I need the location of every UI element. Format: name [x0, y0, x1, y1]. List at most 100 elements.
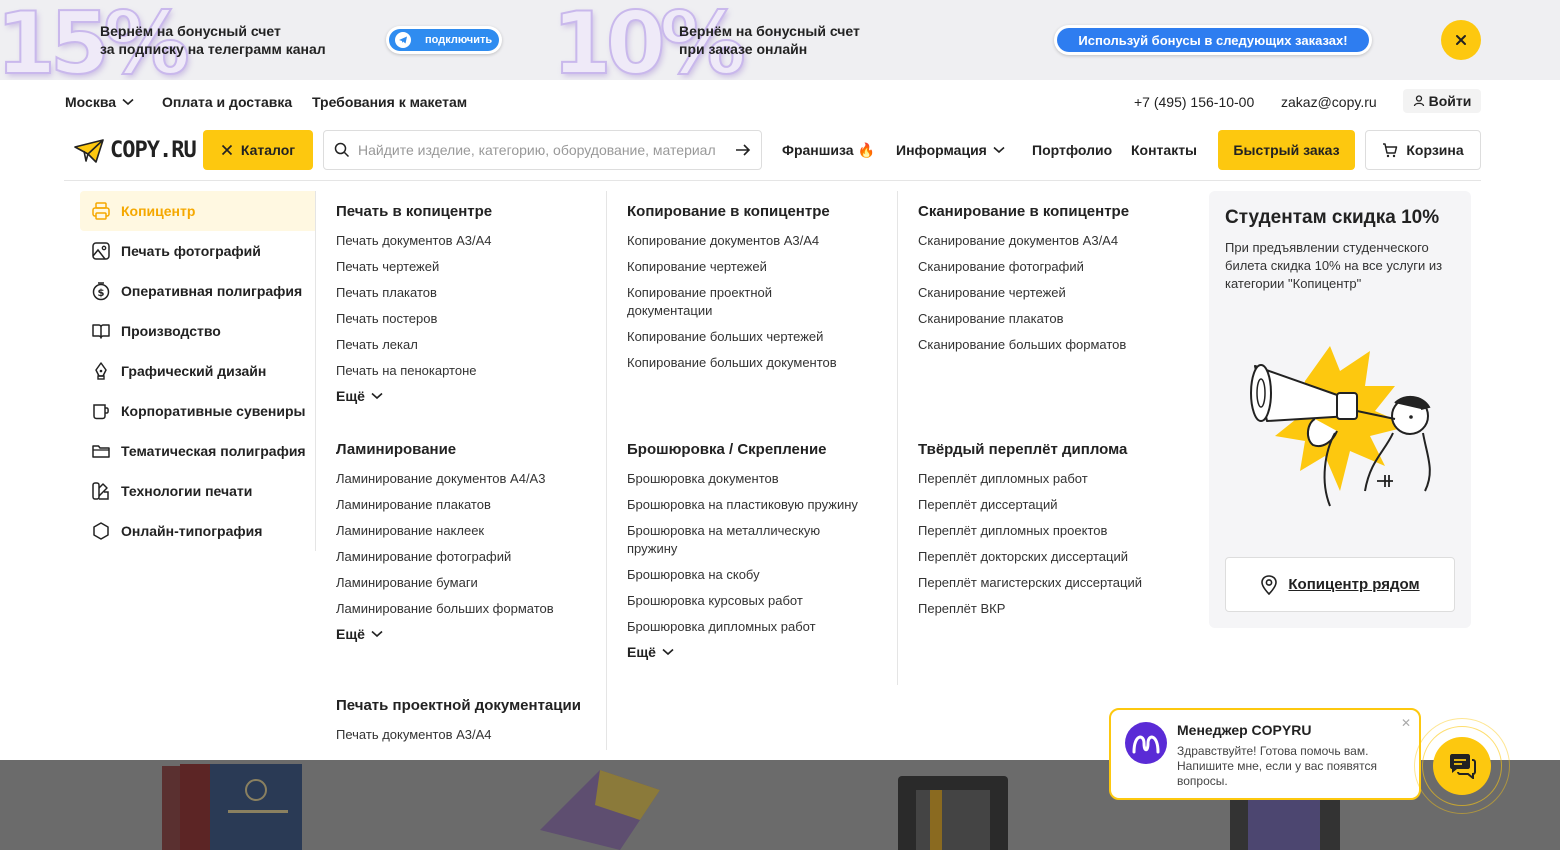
chat-popup[interactable]: ✕ Менеджер COPYRU Здравствуйте! Готова п… [1109, 708, 1421, 800]
menu-group-title[interactable]: Печать проектной документации [336, 697, 601, 715]
manager-avatar [1125, 722, 1167, 764]
copycenter-nearby-button[interactable]: Копицентр рядом [1225, 557, 1455, 612]
student-discount-card: Студентам скидка 10% При предъявлении ст… [1209, 191, 1471, 628]
menu-link[interactable]: Переплёт дипломных работ [918, 470, 1188, 488]
menu-link[interactable]: Печать лекал [336, 336, 596, 354]
menu-link[interactable]: Брошюровка курсовых работ [627, 592, 887, 610]
catalog-label: Каталог [240, 142, 296, 158]
menu-group-diploma: Твёрдый переплёт диплома Переплёт диплом… [918, 441, 1188, 626]
sidebar-item-label: Печать фотографий [121, 243, 261, 259]
layout-requirements-link[interactable]: Требования к макетам [312, 94, 467, 110]
info-dropdown[interactable]: Информация [896, 142, 1005, 158]
menu-link[interactable]: Копирование чертежей [627, 258, 882, 276]
sidebar-item-photo-print[interactable]: Печать фотографий [80, 231, 315, 271]
menu-link[interactable]: Ламинирование наклеек [336, 522, 596, 540]
portfolio-link[interactable]: Портфолио [1032, 142, 1112, 158]
menu-link[interactable]: Копирование документов А3/А4 [627, 232, 882, 250]
column-divider [897, 191, 898, 685]
menu-link[interactable]: Ламинирование документов А4/А3 [336, 470, 596, 488]
sidebar-item-thematic-printing[interactable]: Тематическая полиграфия [80, 431, 315, 471]
top-bar: Москва Оплата и доставка Требования к ма… [0, 80, 1560, 124]
menu-link[interactable]: Ламинирование бумаги [336, 574, 596, 592]
login-button[interactable]: Войти [1403, 89, 1481, 113]
sidebar-item-online-printing[interactable]: Онлайн-типография [80, 511, 315, 551]
menu-link[interactable]: Переплёт магистерских диссертаций [918, 574, 1188, 592]
menu-group-title[interactable]: Сканирование в копицентре [918, 203, 1178, 221]
menu-link[interactable]: Печать постеров [336, 310, 596, 328]
arrow-right-icon[interactable] [735, 143, 751, 157]
payment-delivery-link[interactable]: Оплата и доставка [162, 94, 292, 110]
menu-link[interactable]: Ламинирование фотографий [336, 548, 596, 566]
menu-group-title[interactable]: Твёрдый переплёт диплома [918, 441, 1188, 459]
fast-order-button[interactable]: Быстрый заказ [1218, 130, 1355, 170]
menu-link[interactable]: Сканирование чертежей [918, 284, 1178, 302]
promo-text-1: Вернём на бонусный счет за подписку на т… [100, 22, 326, 58]
menu-link[interactable]: Копирование больших документов [627, 354, 882, 372]
menu-link[interactable]: Печать чертежей [336, 258, 596, 276]
menu-group-title[interactable]: Ламинирование [336, 441, 596, 459]
mug-icon [93, 404, 109, 420]
student-discount-title: Студентам скидка 10% [1225, 207, 1440, 228]
chevron-down-icon [662, 648, 674, 656]
menu-link[interactable]: Переплёт докторских диссертаций [918, 548, 1188, 566]
menu-link[interactable]: Ламинирование больших форматов [336, 600, 596, 618]
menu-group-title[interactable]: Печать в копицентре [336, 203, 596, 221]
more-button[interactable]: Ещё [336, 388, 596, 404]
more-button[interactable]: Ещё [336, 626, 596, 642]
menu-link[interactable]: Сканирование фотографий [918, 258, 1178, 276]
menu-link[interactable]: Брошюровка документов [627, 470, 887, 488]
menu-group-title[interactable]: Брошюровка / Скрепление [627, 441, 887, 459]
menu-link[interactable]: Переплёт диссертаций [918, 496, 1188, 514]
sidebar-item-production[interactable]: Производство [80, 311, 315, 351]
menu-link[interactable]: Брошюровка на металлическую пружину [627, 522, 847, 558]
catalog-sidebar: Копицентр Печать фотографий $ Оперативна… [80, 191, 316, 551]
email-link[interactable]: zakaz@copy.ru [1281, 94, 1377, 110]
menu-link[interactable]: Сканирование плакатов [918, 310, 1178, 328]
chevron-down-icon [371, 392, 383, 400]
use-bonus-button[interactable]: Используй бонусы в следующих заказах! [1054, 25, 1372, 55]
main-header: COPY.RU Каталог Франшиза 🔥 Информация По… [0, 124, 1560, 182]
sidebar-item-copycenter[interactable]: Копицентр [80, 191, 315, 231]
city-selector[interactable]: Москва [65, 94, 134, 110]
menu-group-title[interactable]: Копирование в копицентре [627, 203, 882, 221]
chevron-down-icon [993, 146, 1005, 154]
contacts-link[interactable]: Контакты [1131, 142, 1197, 158]
menu-link[interactable]: Печать документов А3/А4 [336, 232, 596, 250]
money-icon: $ [92, 282, 110, 301]
use-bonus-label: Используй бонусы в следующих заказах! [1057, 28, 1369, 52]
menu-link[interactable]: Печать документов А3/А4 [336, 726, 601, 744]
telegram-subscribe-button[interactable]: подключить [386, 26, 502, 54]
chat-close-button[interactable]: ✕ [1401, 716, 1411, 730]
menu-link[interactable]: Ламинирование плакатов [336, 496, 596, 514]
chat-open-button[interactable] [1414, 718, 1510, 814]
menu-link[interactable]: Брошюровка на скобу [627, 566, 887, 584]
phone-link[interactable]: +7 (495) 156-10-00 [1134, 94, 1254, 110]
franchise-link[interactable]: Франшиза 🔥 [782, 142, 875, 159]
menu-link[interactable]: Копирование проектной документации [627, 284, 807, 320]
more-label: Ещё [336, 388, 365, 404]
promo-close-button[interactable] [1441, 20, 1481, 60]
sidebar-item-corporate-souvenirs[interactable]: Корпоративные сувениры [80, 391, 315, 431]
menu-link[interactable]: Копирование больших чертежей [627, 328, 882, 346]
sidebar-item-operative-printing[interactable]: $ Оперативная полиграфия [80, 271, 315, 311]
logo[interactable]: COPY.RU [74, 138, 197, 163]
menu-link[interactable]: Брошюровка дипломных работ [627, 618, 887, 636]
sidebar-item-print-technologies[interactable]: Технологии печати [80, 471, 315, 511]
pen-nib-icon [95, 362, 107, 380]
menu-link[interactable]: Брошюровка на пластиковую пружину [627, 496, 887, 514]
logo-text: COPY.RU [110, 138, 197, 163]
more-button[interactable]: Ещё [627, 644, 887, 660]
menu-link[interactable]: Переплёт ВКР [918, 600, 1188, 618]
sidebar-item-label: Графический дизайн [121, 363, 267, 379]
menu-link[interactable]: Печать на пенокартоне [336, 362, 596, 380]
sidebar-item-graphic-design[interactable]: Графический дизайн [80, 351, 315, 391]
menu-link[interactable]: Печать плакатов [336, 284, 596, 302]
menu-link[interactable]: Сканирование документов А3/А4 [918, 232, 1178, 250]
user-icon [1413, 95, 1424, 107]
search-input[interactable] [358, 142, 735, 158]
catalog-button[interactable]: Каталог [203, 130, 313, 170]
sidebar-item-label: Производство [121, 323, 221, 339]
menu-link[interactable]: Переплёт дипломных проектов [918, 522, 1188, 540]
menu-link[interactable]: Сканирование больших форматов [918, 336, 1178, 354]
cart-button[interactable]: Корзина [1365, 130, 1481, 170]
